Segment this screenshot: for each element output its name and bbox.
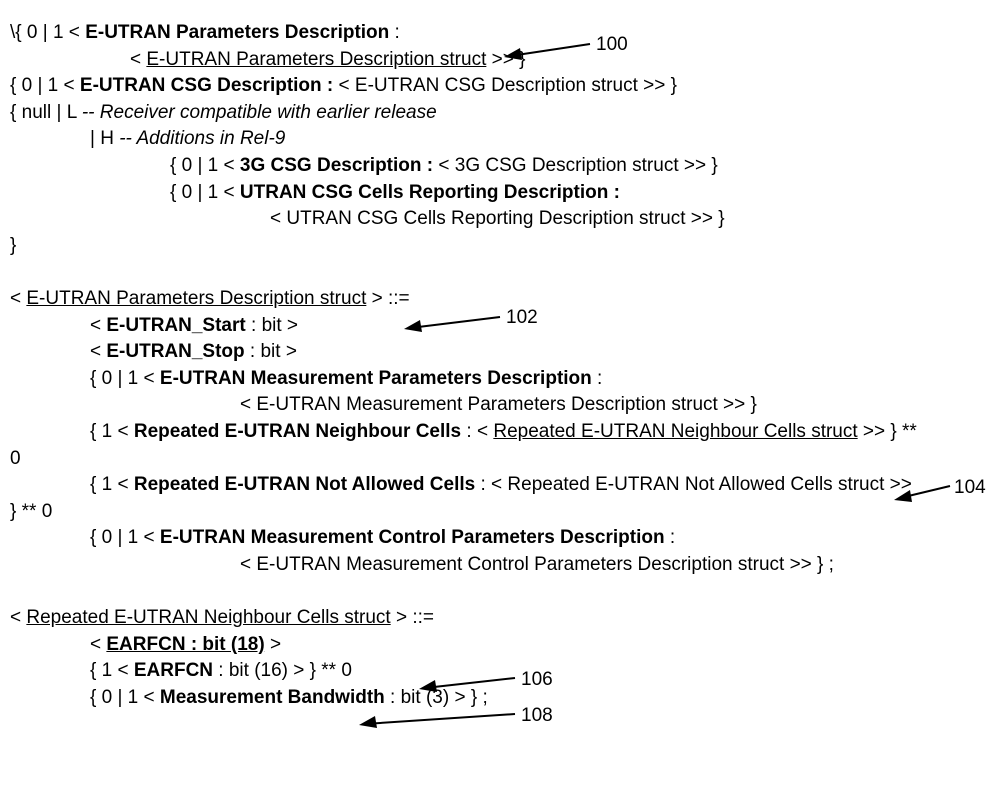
line-13: { 0 | 1 < E-UTRAN Measurement Parameters… [10, 366, 990, 393]
line-1: \{ 0 | 1 < E-UTRAN Parameters Descriptio… [10, 20, 990, 47]
spec-container: 100 102 104 106 108 \{ 0 | 1 < E-U [10, 20, 990, 711]
line-4: { null | L -- Receiver compatible with e… [10, 100, 990, 127]
line-5: | H -- Additions in Rel-9 [10, 126, 990, 153]
line-17: { 1 < Repeated E-UTRAN Not Allowed Cells… [10, 472, 990, 499]
line-15: { 1 < Repeated E-UTRAN Neighbour Cells :… [10, 419, 990, 446]
line-21: < Repeated E-UTRAN Neighbour Cells struc… [10, 605, 990, 632]
line-20: < E-UTRAN Measurement Control Parameters… [10, 552, 990, 579]
line-10: < E-UTRAN Parameters Description struct … [10, 286, 990, 313]
line-14: < E-UTRAN Measurement Parameters Descrip… [10, 392, 990, 419]
line-24: { 0 | 1 < Measurement Bandwidth : bit (3… [10, 685, 990, 712]
line-11: < E-UTRAN_Start : bit > [10, 313, 990, 340]
arrow-108: 108 [355, 706, 555, 745]
line-19: { 0 | 1 < E-UTRAN Measurement Control Pa… [10, 525, 990, 552]
line-8: < UTRAN CSG Cells Reporting Description … [10, 206, 990, 233]
line-2: < E-UTRAN Parameters Description struct … [10, 47, 990, 74]
line-6: { 0 | 1 < 3G CSG Description : < 3G CSG … [10, 153, 990, 180]
line-12: < E-UTRAN_Stop : bit > [10, 339, 990, 366]
line-9: } [10, 233, 990, 260]
line-3: { 0 | 1 < E-UTRAN CSG Description : < E-… [10, 73, 990, 100]
line-16: 0 [10, 446, 990, 473]
line-23: { 1 < EARFCN : bit (16) > } ** 0 [10, 658, 990, 685]
line-18: } ** 0 [10, 499, 990, 526]
line-22: < EARFCN : bit (18) > [10, 632, 990, 659]
line-7: { 0 | 1 < UTRAN CSG Cells Reporting Desc… [10, 180, 990, 207]
